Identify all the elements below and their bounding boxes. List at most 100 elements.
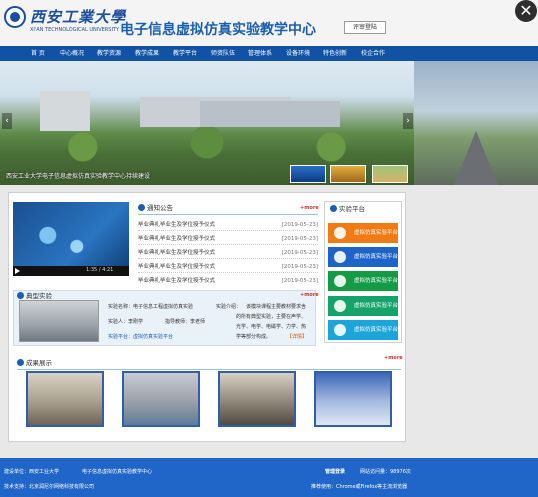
bullet-icon <box>138 204 145 211</box>
achievements-title: 成果展示 <box>17 357 52 369</box>
nav-item-faculty[interactable]: 师资队伍 <box>211 46 235 61</box>
notice-item[interactable]: 毕业典礼毕业生及学位授予仪式 [2019-05-23] <box>138 261 318 273</box>
achievement-photo[interactable] <box>314 371 392 427</box>
experiment-intro-text: 的所有典型实验，主要在声学、 <box>236 314 307 320</box>
banner-thumb[interactable] <box>290 165 326 183</box>
side-road-image <box>414 61 538 185</box>
notice-title-text: 通知公告 <box>147 204 173 212</box>
divider <box>138 214 318 215</box>
platform-button-label: 虚拟仿真实验平台 <box>354 303 399 309</box>
close-icon[interactable]: ✕ <box>515 0 537 22</box>
site-footer: 建设单位：西安工业大学 电子信息虚拟仿真实验教学中心 技术支持：北京润尼尔网络科… <box>0 458 538 497</box>
platform-button-label: 虚拟仿真实验平台 <box>354 254 399 260</box>
experiment-person: 实验人：李刚学 <box>108 319 144 325</box>
notice-item-title[interactable]: 毕业典礼毕业生及学位授予仪式 <box>138 264 215 270</box>
notice-item[interactable]: 毕业典礼毕业生及学位授予仪式 [2019-05-23] <box>138 247 318 259</box>
banner-thumb[interactable] <box>330 165 366 183</box>
nav-item-resources[interactable]: 教学资源 <box>97 46 121 61</box>
bullet-icon <box>17 292 24 299</box>
road-shape <box>454 131 498 185</box>
experiment-intro-text: 该模块课程主要教材要求含 <box>246 304 307 310</box>
achievement-photo[interactable] <box>122 371 200 427</box>
flask-icon <box>334 300 346 312</box>
achievements-more-link[interactable]: +more <box>384 355 403 361</box>
main-nav: 首 页 中心概况 教学资源 教学成果 教学平台 师资队伍 管理体系 设备环境 特… <box>0 46 538 61</box>
typical-title-text: 典型实验 <box>26 292 52 300</box>
experiment-detail-link[interactable]: 【详情】 <box>287 333 307 340</box>
notice-item-title[interactable]: 毕业典礼毕业生及学位授予仪式 <box>138 250 215 256</box>
flask-icon <box>334 227 346 239</box>
nav-item-cooperation[interactable]: 校企合作 <box>361 46 385 61</box>
achievements-title-text: 成果展示 <box>26 359 52 367</box>
notice-item-title[interactable]: 毕业典礼毕业生及学位授予仪式 <box>138 236 215 242</box>
page: 西安工業大學 XI'AN TECHNOLOGICAL UNIVERSITY 电子… <box>0 0 538 497</box>
notice-title: 通知公告 <box>138 202 173 214</box>
notice-item-date: [2019-05-23] <box>281 222 318 228</box>
typical-more-link[interactable]: +more <box>300 292 319 298</box>
banner-caption: 西安工业大学电子信息虚拟仿真实验教学中心持续建设 <box>6 173 151 180</box>
bullet-icon <box>330 205 337 212</box>
banner-thumb[interactable] <box>372 165 408 183</box>
video-time: 1:35 / 4:21 <box>86 267 114 273</box>
center-title: 电子信息虚拟仿真实验教学中心 <box>120 21 316 37</box>
notice-item-date: [2019-05-23] <box>281 236 318 242</box>
experiment-name: 实验名称：电子信息工程虚拟仿真实验 <box>108 304 194 310</box>
platform-button[interactable]: 虚拟仿真实验平台 <box>328 223 398 243</box>
platform-button-label: 虚拟仿真实验平台 <box>354 230 399 236</box>
flask-icon <box>334 324 346 336</box>
experiment-photo[interactable] <box>19 300 99 342</box>
platform-button-label: 虚拟仿真实验平台 <box>354 278 399 284</box>
notice-item-date: [2019-05-23] <box>281 278 318 284</box>
nav-item-overview[interactable]: 中心概况 <box>60 46 84 61</box>
achievement-photo[interactable] <box>218 371 296 427</box>
achievement-photo[interactable] <box>26 371 104 427</box>
banner-prev-icon[interactable]: ‹ <box>2 113 12 129</box>
platform-title: 实验平台 <box>330 203 365 215</box>
nav-item-platform[interactable]: 教学平台 <box>173 46 197 61</box>
review-login-button[interactable]: 评审登陆 <box>344 21 386 34</box>
university-logo-icon[interactable] <box>4 6 26 28</box>
notice-item[interactable]: 毕业典礼毕业生及学位授予仪式 [2019-05-23] <box>138 233 318 245</box>
platform-button[interactable]: 虚拟仿真实验平台 <box>328 271 398 291</box>
notice-item[interactable]: 毕业典礼毕业生及学位授予仪式 [2019-05-23] <box>138 219 318 231</box>
banner-building <box>200 101 340 127</box>
experiment-platform: 实验平台：虚拟仿真实验平台 <box>108 334 174 340</box>
footer-support: 技术支持：北京润尼尔网络科技有限公司 <box>4 484 95 490</box>
divider <box>17 369 401 370</box>
video-player[interactable] <box>13 202 129 276</box>
platform-button-label: 虚拟仿真实验平台 <box>354 327 399 333</box>
nav-item-achievements[interactable]: 教学成果 <box>135 46 159 61</box>
experiment-intro-text: 学等部分构成。 <box>236 334 272 340</box>
experiment-intro-text: 光学、电学、电磁学、力学、热 <box>236 324 307 330</box>
flask-icon <box>334 251 346 263</box>
university-name-cn: 西安工業大學 <box>30 8 127 26</box>
play-icon[interactable] <box>15 268 20 274</box>
bullet-icon <box>17 359 24 366</box>
nav-item-management[interactable]: 管理体系 <box>248 46 272 61</box>
experiment-teacher: 指导教师：李老师 <box>165 319 206 325</box>
experiment-intro-label: 实验介绍： <box>216 304 242 310</box>
banner-building <box>40 91 90 131</box>
notice-item[interactable]: 毕业典礼毕业生及学位授予仪式 [2019-05-23] <box>138 275 318 287</box>
admin-login-link[interactable]: 管理登录 <box>325 468 345 475</box>
platform-button[interactable]: 虚拟仿真实验平台 <box>328 320 398 340</box>
nav-item-home[interactable]: 首 页 <box>31 46 45 61</box>
notice-more-link[interactable]: +more <box>300 205 319 211</box>
nav-item-innovation[interactable]: 特色创新 <box>323 46 347 61</box>
notice-item-date: [2019-05-23] <box>281 250 318 256</box>
platform-button[interactable]: 虚拟仿真实验平台 <box>328 247 398 267</box>
site-header: 西安工業大學 XI'AN TECHNOLOGICAL UNIVERSITY 电子… <box>0 0 538 46</box>
notice-item-date: [2019-05-23] <box>281 264 318 270</box>
footer-host: 建设单位：西安工业大学 <box>4 469 60 475</box>
footer-center: 电子信息虚拟仿真实验教学中心 <box>82 469 153 475</box>
platform-title-text: 实验平台 <box>339 205 365 213</box>
footer-visits: 网站访问量：98976次 <box>360 469 411 475</box>
banner-next-icon[interactable]: › <box>403 113 413 129</box>
platform-button[interactable]: 虚拟仿真实验平台 <box>328 296 398 316</box>
university-name-en: XI'AN TECHNOLOGICAL UNIVERSITY <box>30 27 120 33</box>
footer-browser: 推荐使用：Chrome或Firefox等主流浏览器 <box>311 484 408 490</box>
notice-item-title[interactable]: 毕业典礼毕业生及学位授予仪式 <box>138 222 215 228</box>
notice-item-title[interactable]: 毕业典礼毕业生及学位授予仪式 <box>138 278 215 284</box>
flask-icon <box>334 275 346 287</box>
nav-item-equipment[interactable]: 设备环境 <box>286 46 310 61</box>
